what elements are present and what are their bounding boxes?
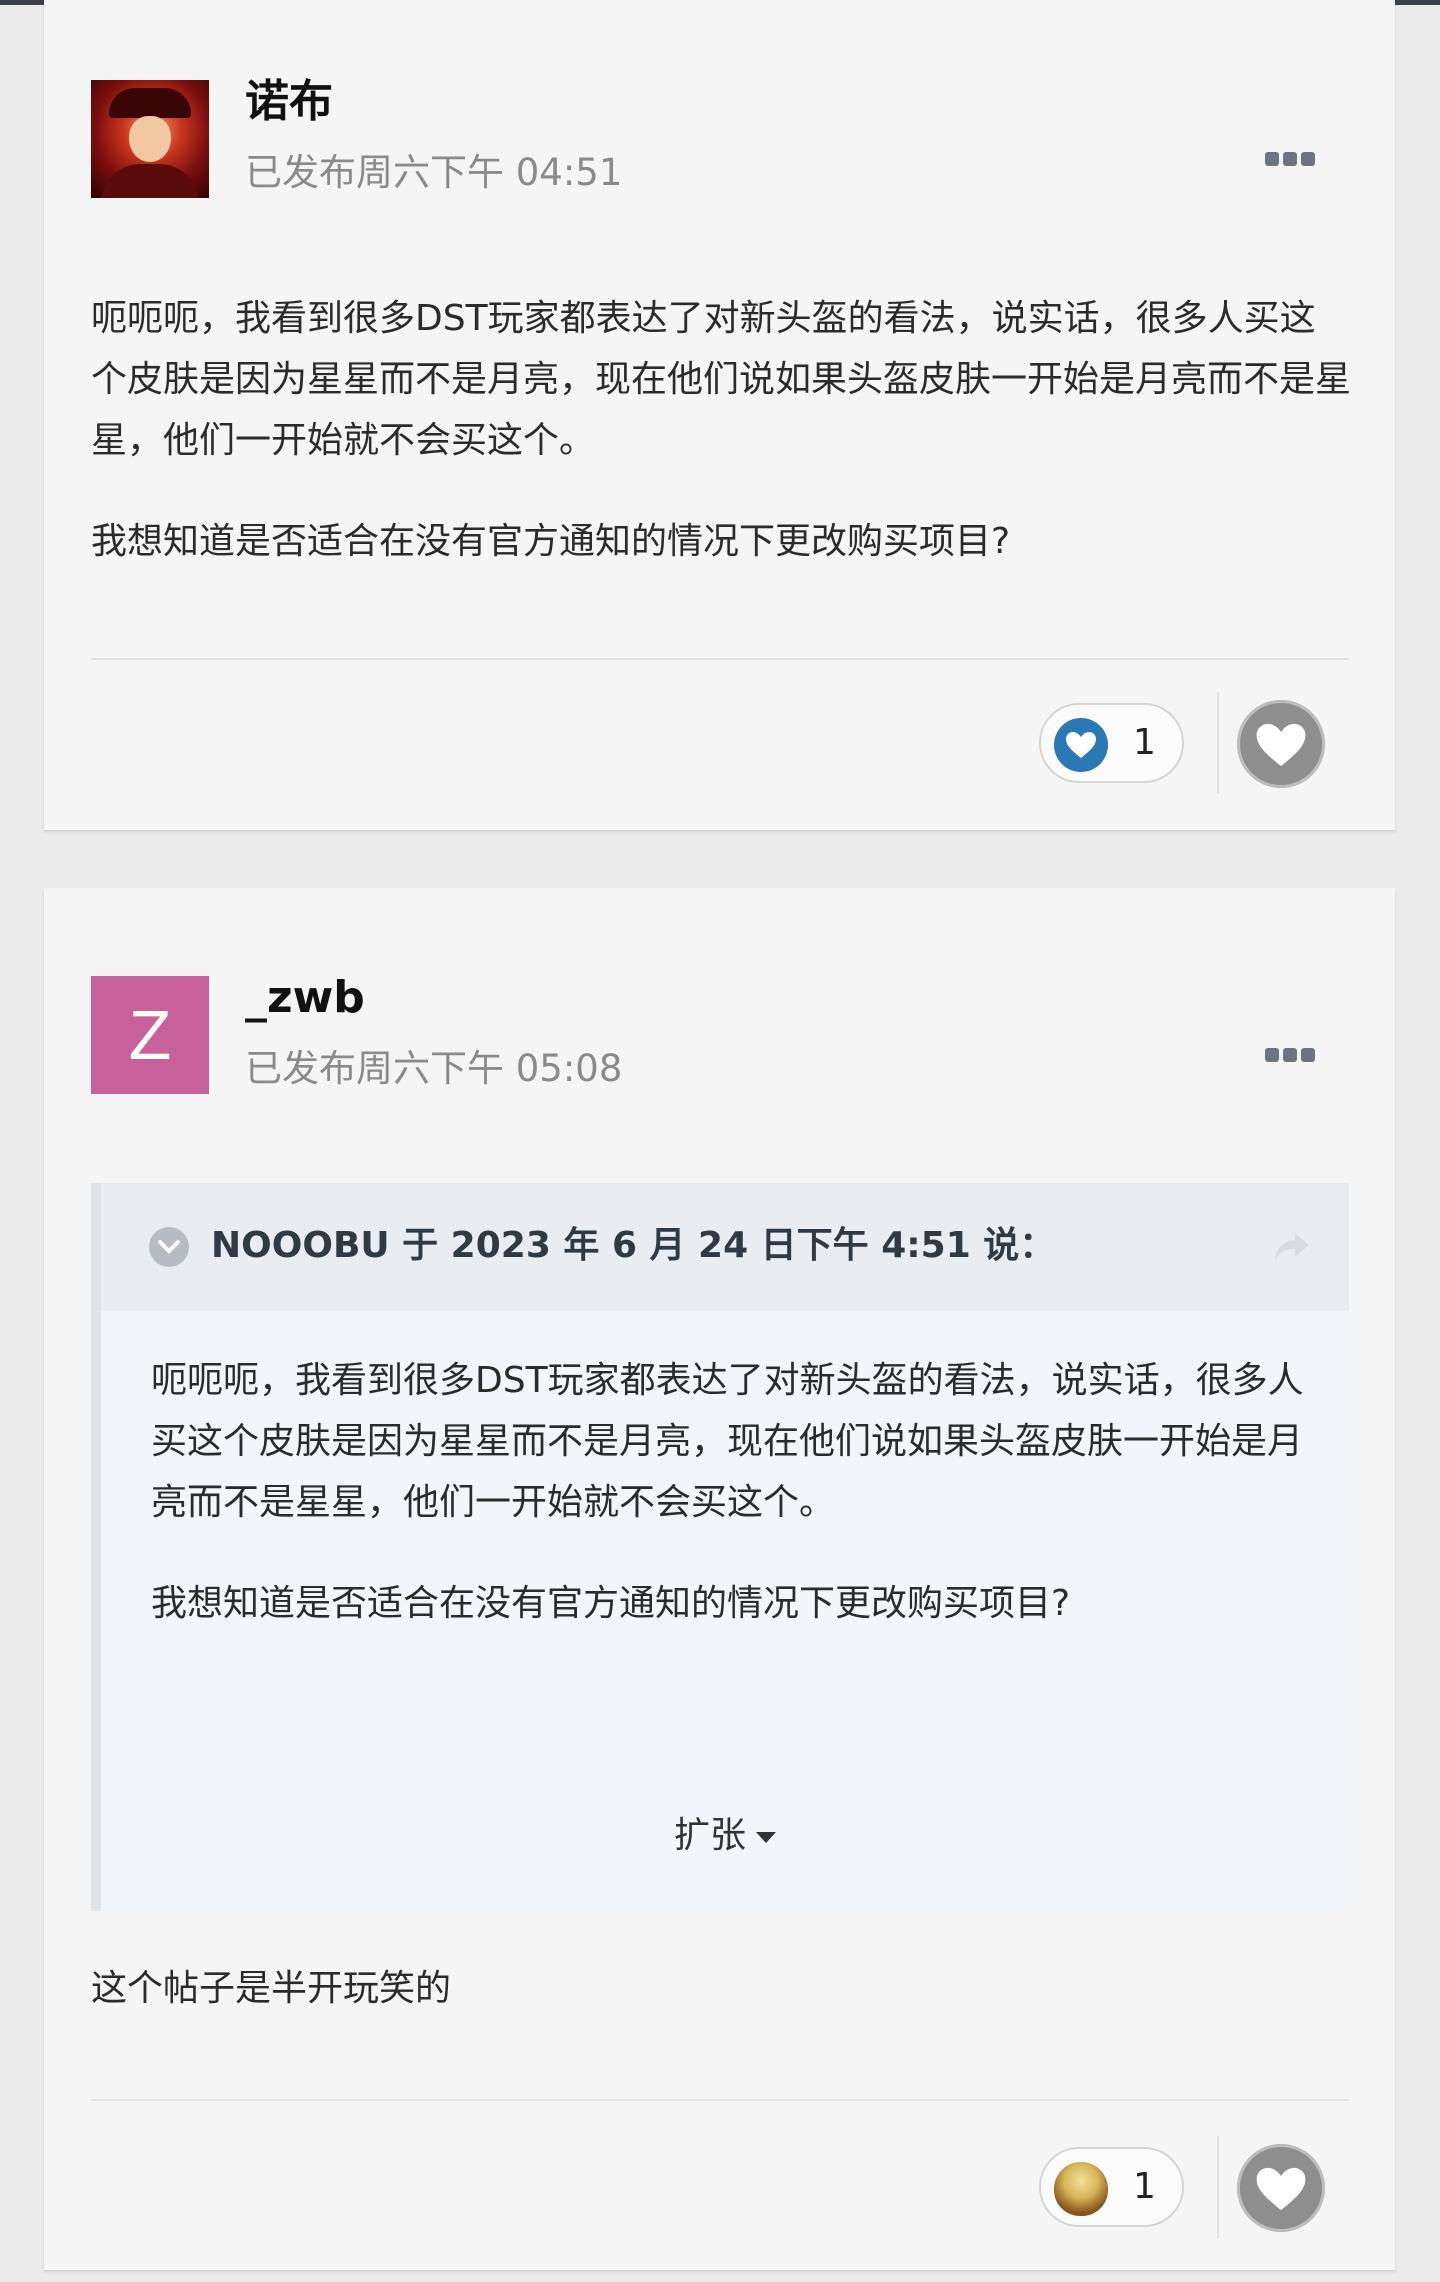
author-name[interactable]: 诺布 — [245, 76, 333, 128]
post-timestamp[interactable]: 已发布周六下午 05:08 — [245, 1047, 622, 1091]
react-button[interactable] — [1237, 2144, 1325, 2232]
divider — [91, 658, 1349, 660]
avatar[interactable]: Z — [91, 976, 209, 1094]
author-name[interactable]: _zwb — [245, 972, 365, 1024]
quote-paragraph: 呃呃呃，我看到很多DST玩家都表达了对新头盔的看法，说实话，很多人买这个皮肤是因… — [151, 1360, 1304, 1523]
divider — [1217, 2136, 1219, 2238]
divider — [91, 2099, 1349, 2101]
divider — [1217, 692, 1219, 794]
reaction-summary[interactable]: 1 — [1039, 2147, 1184, 2227]
post-card: Z _zwb 已发布周六下午 05:08 NOOOBU 于 2023 年 6 月… — [44, 888, 1395, 2270]
quote-attribution: NOOOBU 于 2023 年 6 月 24 日下午 4:51 说： — [211, 1225, 1056, 1266]
reply-text: 这个帖子是半开玩笑的 — [91, 1968, 452, 2009]
react-button[interactable] — [1237, 700, 1325, 788]
potato-icon — [1054, 2162, 1108, 2216]
quote-block: NOOOBU 于 2023 年 6 月 24 日下午 4:51 说： 呃呃呃，我… — [91, 1183, 1349, 1911]
chevron-down-icon[interactable] — [149, 1227, 189, 1267]
reaction-count: 1 — [1133, 722, 1156, 763]
quote-header: NOOOBU 于 2023 年 6 月 24 日下午 4:51 说： — [101, 1183, 1349, 1311]
post-card: 诺布 已发布周六下午 04:51 呃呃呃，我看到很多DST玩家都表达了对新头盔的… — [44, 0, 1395, 830]
post-paragraph: 我想知道是否适合在没有官方通知的情况下更改购买项目? — [91, 521, 1011, 562]
post-timestamp[interactable]: 已发布周六下午 04:51 — [245, 151, 622, 195]
post-paragraph: 呃呃呃，我看到很多DST玩家都表达了对新头盔的看法，说实话，很多人买这个皮肤是因… — [91, 298, 1352, 461]
more-options-icon[interactable] — [1265, 152, 1315, 166]
reaction-count: 1 — [1133, 2166, 1156, 2207]
quote-paragraph: 我想知道是否适合在没有官方通知的情况下更改购买项目? — [151, 1583, 1071, 1624]
share-icon[interactable] — [1273, 1231, 1311, 1267]
expand-label: 扩张 — [673, 1815, 746, 1856]
reaction-summary[interactable]: 1 — [1039, 703, 1184, 783]
expand-button[interactable]: 扩张 — [101, 1813, 1349, 1859]
heart-icon — [1054, 718, 1108, 772]
more-options-icon[interactable] — [1265, 1048, 1315, 1062]
caret-down-icon — [756, 1831, 776, 1843]
avatar[interactable] — [91, 80, 209, 198]
